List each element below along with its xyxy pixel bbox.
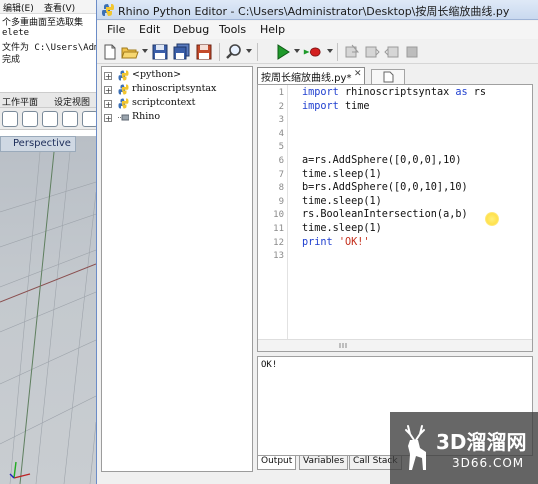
rhino-toolbar [0,108,98,130]
command-history-line: 完成 [2,55,21,65]
tree-label: rhinoscriptsyntax [132,83,217,94]
zoom-window-icon[interactable] [42,111,58,127]
perspective-viewport[interactable]: Perspective [0,136,96,484]
editor-titlebar[interactable]: Rhino Python Editor - C:\Users\Administr… [97,0,538,20]
deer-logo-icon [405,425,426,470]
module-icon [118,114,129,121]
expand-icon[interactable]: + [104,86,112,95]
horizontal-scrollbar[interactable] [258,339,532,351]
stop-icon[interactable] [403,43,421,61]
tree-label: Rhino [132,111,161,122]
expand-icon[interactable]: + [104,72,112,81]
menu-tools[interactable]: Tools [219,23,246,36]
search-icon[interactable] [225,43,243,61]
watermark-brand: 3D溜溜网 [436,430,527,454]
new-file-icon[interactable] [101,43,119,61]
zoom-extents-icon[interactable] [22,111,38,127]
rhino-menu-view[interactable]: 查看(V) [44,1,75,14]
python-icon [118,84,129,95]
search-dropdown-icon[interactable] [246,49,252,53]
code-lines[interactable]: import rhinoscriptsyntax as rs import tim… [258,85,532,337]
save-icon[interactable] [151,43,169,61]
python-icon [118,70,129,81]
window-title: Rhino Python Editor - C:\Users\Administr… [118,5,510,18]
command-history-line: elete [2,28,30,38]
mouse-cursor-highlight [485,212,499,226]
code-line[interactable]: time.sleep(1) [302,169,382,180]
tree-label: <python> [132,69,182,80]
tab-set-view[interactable]: 设定视图 [54,95,90,108]
tab-cplanes[interactable]: 工作平面 [2,95,38,108]
document-tabs: 按周长缩放曲线.py* ✕ [257,66,537,84]
tab-output[interactable]: Output [257,456,297,470]
code-line[interactable]: a=rs.AddSphere([0,0,0],10) [302,155,461,166]
rhino-menubar: 编辑(E) 查看(V) [0,0,96,14]
code-line[interactable]: import time [302,101,369,112]
menu-debug[interactable]: Debug [173,23,209,36]
tree-label: scriptcontext [132,97,196,108]
expand-icon[interactable]: + [104,100,112,109]
run-script-icon[interactable] [274,43,292,61]
tab-new-file[interactable] [371,69,405,84]
tab-variables[interactable]: Variables [299,456,349,470]
menu-edit[interactable]: Edit [139,23,160,36]
editor-toolbar [97,40,538,64]
save-as-icon[interactable] [195,43,213,61]
watermark: 3D溜溜网 3D66.COM [390,412,538,484]
code-line[interactable]: time.sleep(1) [302,223,382,234]
open-dropdown-icon[interactable] [142,49,148,53]
new-file-icon [383,71,394,83]
debug-icon[interactable] [303,43,321,61]
editor-menubar: File Edit Debug Tools Help [97,21,538,39]
rotate-view-icon[interactable] [2,111,18,127]
rhino-toolbar-tabs: 工作平面 设定视图 [0,92,96,108]
step-out-icon[interactable] [383,43,401,61]
output-text: OK! [261,360,278,370]
open-folder-icon[interactable] [121,43,139,61]
python-icon [118,98,129,109]
rhino-menu-edit[interactable]: 编辑(E) [3,1,34,14]
tab-current-file[interactable]: 按周长缩放曲线.py* ✕ [257,67,365,84]
close-tab-icon[interactable]: ✕ [354,69,362,79]
expand-icon[interactable]: + [104,114,112,123]
toolbar-separator [257,43,258,61]
code-line[interactable]: print 'OK!' [302,237,369,248]
toolbar-separator [337,43,338,61]
step-over-icon[interactable] [363,43,381,61]
run-dropdown-icon[interactable] [294,49,300,53]
viewport-grid [0,152,96,484]
menu-file[interactable]: File [107,23,125,36]
code-line[interactable]: time.sleep(1) [302,196,382,207]
python-logo-icon [102,4,114,16]
viewport-title[interactable]: Perspective [0,136,76,152]
rhino-main-window: 编辑(E) 查看(V) 个多重曲面至选取集 elete 文件为 C:\Users… [0,0,99,484]
zoom-selected-icon[interactable] [62,111,78,127]
scroll-grip-icon[interactable] [338,342,348,349]
module-tree: + <python> + rhinoscriptsyntax + scriptc… [101,66,253,472]
toolbar-separator [219,43,220,61]
code-line[interactable]: import rhinoscriptsyntax as rs [302,87,486,98]
debug-dropdown-icon[interactable] [327,49,333,53]
world-axes-icon [9,461,31,479]
step-into-icon[interactable] [343,43,361,61]
watermark-url: 3D66.COM [452,456,525,470]
save-all-icon[interactable] [173,43,191,61]
code-line[interactable]: b=rs.AddSphere([0,0,10],10) [302,182,468,193]
command-history-line: 个多重曲面至选取集 [2,18,84,28]
menu-help[interactable]: Help [260,23,285,36]
code-line[interactable]: rs.BooleanIntersection(a,b) [302,209,468,220]
